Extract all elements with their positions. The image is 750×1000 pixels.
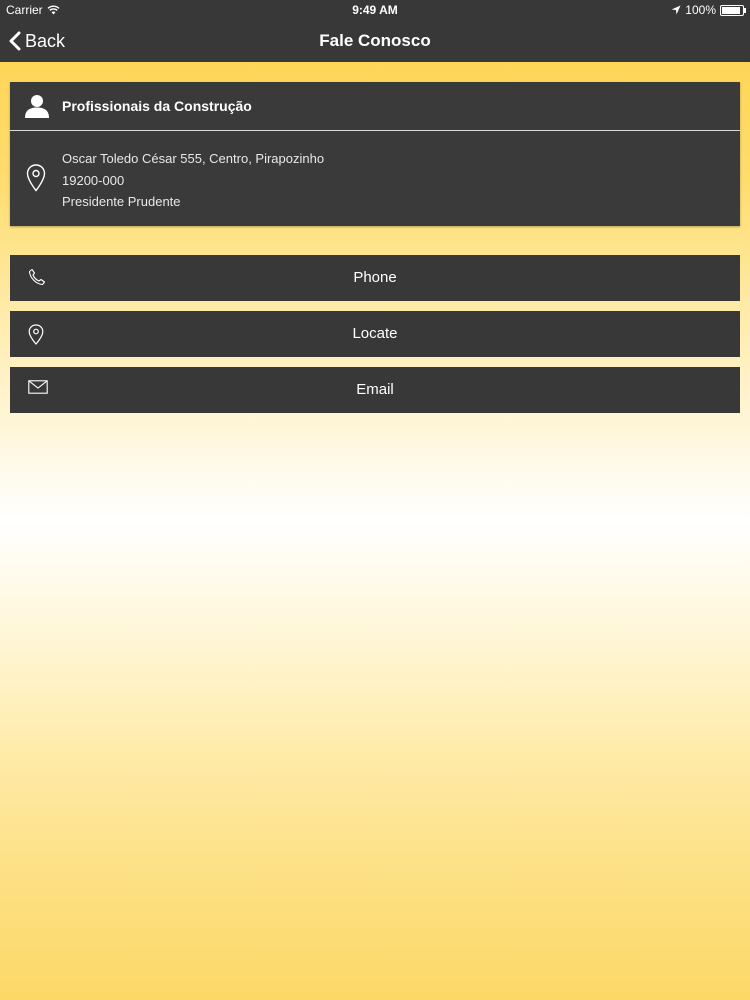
battery-percent: 100% <box>685 3 716 17</box>
locate-button[interactable]: Locate <box>10 311 740 357</box>
address-block: Oscar Toledo César 555, Centro, Pirapozi… <box>62 148 324 213</box>
locate-button-label: Locate <box>352 325 398 342</box>
address-line-zip: 19200-000 <box>62 172 125 188</box>
address-line-street: Oscar Toledo César 555, Centro, Pirapozi… <box>62 151 325 166</box>
location-pin-icon <box>26 164 46 192</box>
status-time: 9:49 AM <box>352 3 398 17</box>
contact-card: Profissionais da Construção Oscar Toledo… <box>10 82 740 226</box>
status-bar: Carrier 9:49 AM 100% <box>0 0 750 20</box>
navigation-bar: Back Fale Conosco <box>0 20 750 62</box>
address-line-city: Presidente Prudente <box>62 194 181 209</box>
contact-card-header: Profissionais da Construção <box>10 82 740 131</box>
status-right: 100% <box>671 3 746 17</box>
person-icon <box>25 95 49 118</box>
email-button[interactable]: Email <box>10 367 740 413</box>
phone-button[interactable]: Phone <box>10 255 740 301</box>
email-button-label: Email <box>356 381 394 398</box>
page-title: Fale Conosco <box>319 31 431 50</box>
phone-button-label: Phone <box>353 269 397 286</box>
company-name: Profissionais da Construção <box>62 98 252 114</box>
location-arrow-icon <box>671 5 681 15</box>
battery-fill <box>722 6 740 14</box>
battery-icon <box>720 4 746 16</box>
